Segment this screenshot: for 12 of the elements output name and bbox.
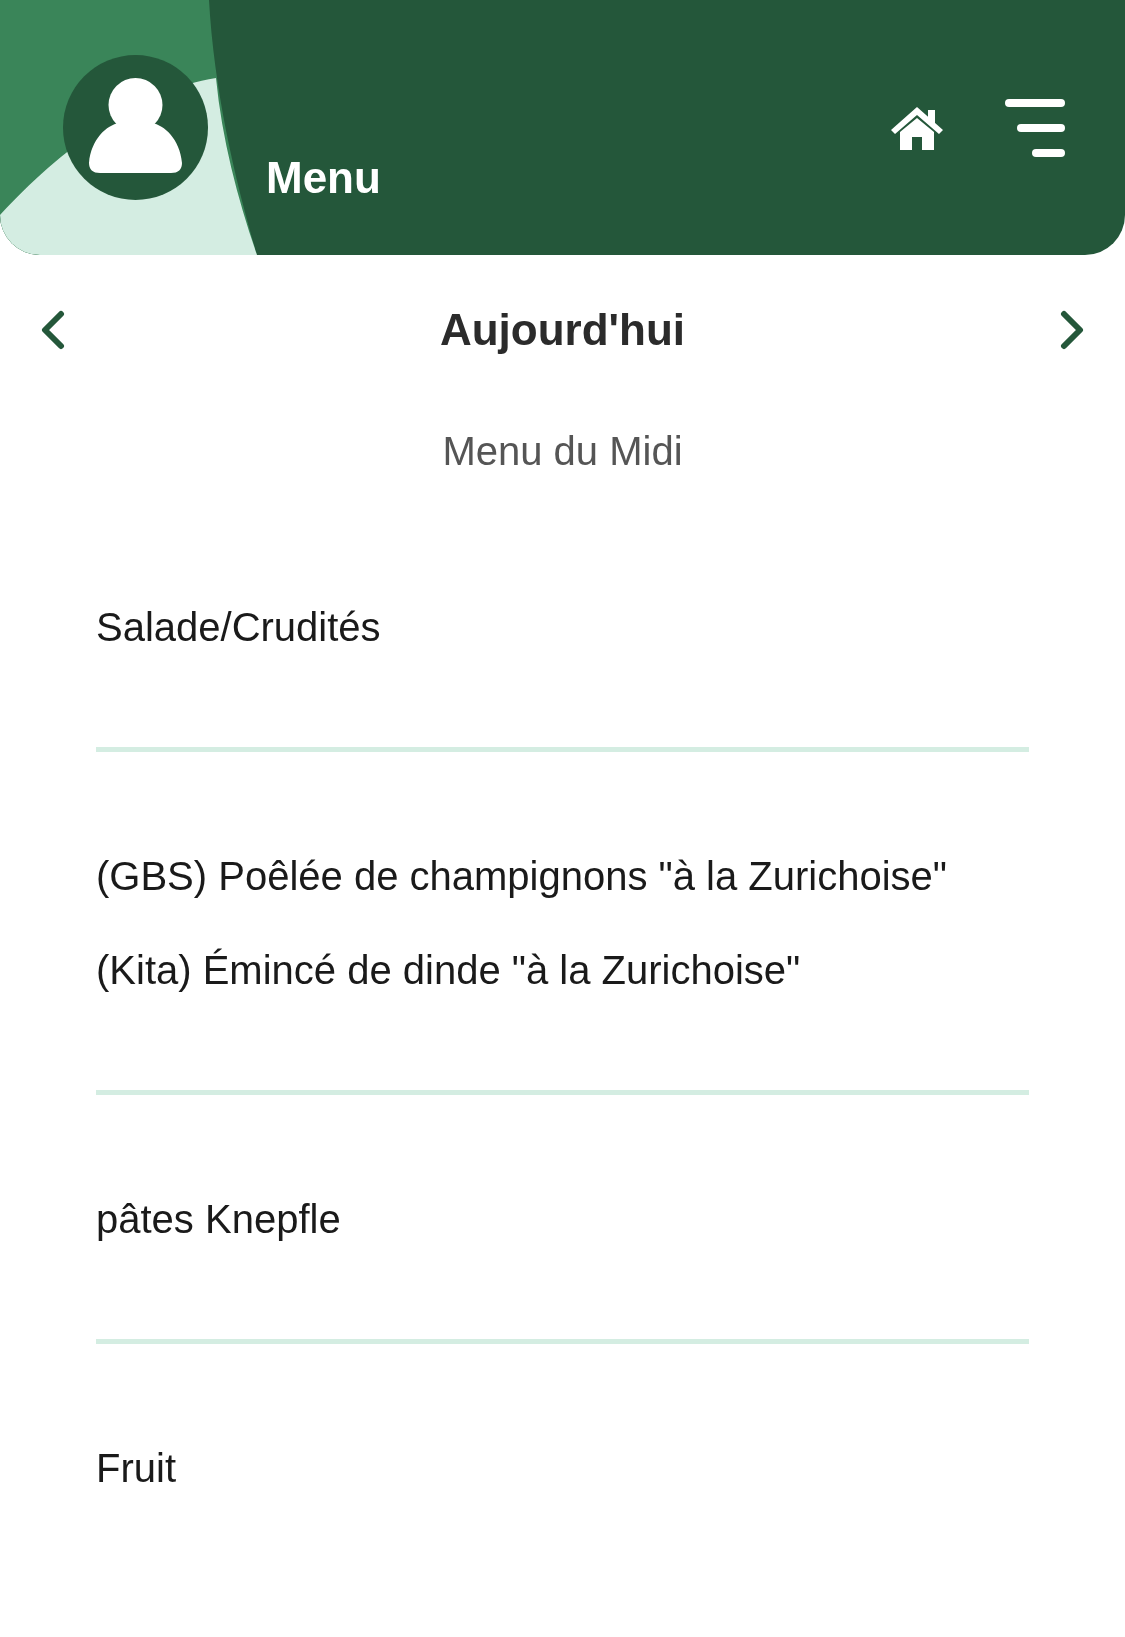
section-title: Menu du Midi <box>442 428 683 475</box>
menu-item-text: pâtes Knepfle <box>96 1196 342 1243</box>
menu-item-text: (GBS) Poêlée de champignons "à la Zurichoise" <box>96 853 949 900</box>
chevron-right-icon <box>1060 310 1086 350</box>
menu-item-text: (Kita) Émincé de dinde "à la Zurichoise" <box>96 947 802 994</box>
menu-item-text: Fruit <box>96 1445 177 1492</box>
avatar-icon[interactable] <box>63 55 208 200</box>
menu-icon[interactable] <box>1003 97 1065 159</box>
chevron-left-icon <box>39 310 65 350</box>
menu-item-text: Salade/Crudités <box>96 604 382 651</box>
header-title: Menu <box>266 152 381 204</box>
date-label: Aujourd'hui <box>439 304 686 356</box>
